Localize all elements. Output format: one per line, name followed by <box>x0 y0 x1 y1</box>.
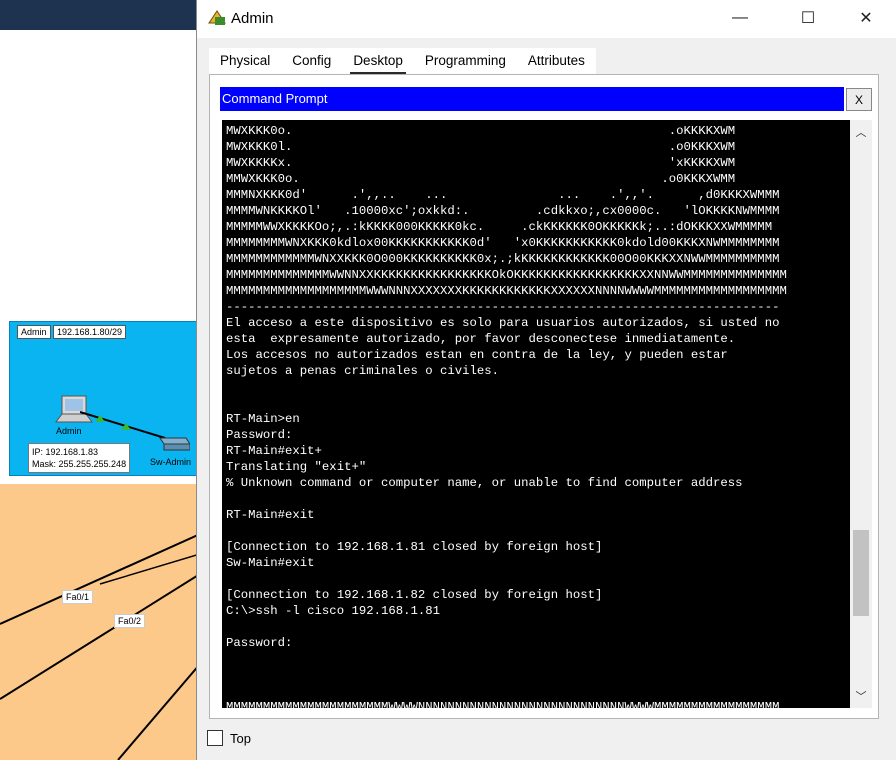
pc-name-label: Admin <box>56 426 82 436</box>
terminal-line: RT-Main#exit <box>226 508 315 522</box>
switch-icon[interactable] <box>156 432 190 452</box>
scroll-down-icon[interactable]: ﹀ <box>850 688 872 704</box>
close-button[interactable]: ✕ <box>843 0 889 36</box>
workspace-canvas[interactable] <box>0 30 200 320</box>
tab-desktop[interactable]: Desktop <box>342 48 414 74</box>
terminal-line: ----------------------------------------… <box>226 300 780 314</box>
admin-cluster[interactable]: Admin 192.168.1.80/29 Admin Sw-Admin IP:… <box>9 321 199 476</box>
app-icon <box>208 10 226 25</box>
maximize-button[interactable]: ☐ <box>785 0 831 36</box>
tab-physical[interactable]: Physical <box>209 48 282 74</box>
terminal-line: [Connection to 192.168.1.81 closed by fo… <box>226 540 603 554</box>
pc-info-box: IP: 192.168.1.83 Mask: 255.255.255.248 <box>28 443 131 473</box>
pc-ip-text: IP: 192.168.1.83 <box>32 447 99 457</box>
minimize-button[interactable]: — <box>717 0 763 36</box>
terminal-scrollbar[interactable]: ︿ ﹀ <box>850 120 872 708</box>
tab-bar: Physical Config Desktop Programming Attr… <box>209 48 596 74</box>
top-checkbox-label: Top <box>230 730 251 746</box>
workspace-divider <box>0 476 200 484</box>
cluster-name-label: Admin <box>17 325 51 339</box>
port-label: Fa0/2 <box>114 614 146 628</box>
terminal-line: MWXKKKKx. 'xKKKKXWM <box>226 156 736 170</box>
terminal-line: RT-Main#exit+ <box>226 444 322 458</box>
terminal-text: MWXKKK0o. .oKKKKXWM MWXKKK0l. .o0KKKXWM MW… <box>226 123 836 708</box>
command-prompt-header: Command Prompt <box>220 87 844 111</box>
terminal-line: MMMMWNKKKKOl' .10000xc';oxkkd:. .cdkkxo;… <box>226 204 780 218</box>
cable-lines <box>0 533 200 760</box>
terminal-line: Sw-Main#exit <box>226 556 315 570</box>
terminal-line: MMMMMMMMMMMMMMMMMMMWWWNNNXXXXXXXKKKKKKKK… <box>226 284 787 298</box>
switch-name-label: Sw-Admin <box>150 457 192 467</box>
pc-mask-text: Mask: 255.255.255.248 <box>32 459 127 469</box>
terminal-line: MMMNXKKK0d' .',,.. ... ... .',,'. ,d0KKK… <box>226 188 780 202</box>
tab-programming[interactable]: Programming <box>413 48 517 74</box>
terminal-line: El acceso a este dispositivo es solo par… <box>226 316 780 330</box>
tab-desktop-label: Desktop <box>353 53 403 68</box>
command-prompt-title: Command Prompt <box>222 91 328 106</box>
terminal-line: [Connection to 192.168.1.82 closed by fo… <box>226 588 603 602</box>
terminal-line: MMMMMMMMWNXKKK0kdlox00KKKKKKKKKKK0d' 'x0… <box>226 236 780 250</box>
scroll-up-icon[interactable]: ︿ <box>850 124 872 140</box>
desktop-panel: Command Prompt X MWXKKK0o. .oKKKKXWM MWXK… <box>209 74 879 719</box>
terminal-line: Los accesos no autorizados estan en cont… <box>226 348 728 362</box>
terminal-line: MMMMMWWXKKKKOo;,.:kKKKK000KKKKK0kc. .ckK… <box>226 220 773 234</box>
workspace-toolbar <box>0 0 200 30</box>
terminal-line: sujetos a penas criminales o civiles. <box>226 364 500 378</box>
terminal-line: MMMMMMMMMMMMWNXXKKK0O000KKKKKKKKKK0x;.;k… <box>226 252 780 266</box>
port-label: Fa0/1 <box>62 590 94 604</box>
terminal-line: MMWXKKK0o. .o0KKKXWMM <box>226 172 736 186</box>
window-title: Admin <box>231 10 274 27</box>
terminal-line: MMMMMMMMMMMMMMWWNNXXKKKKKKKKKKKKKKKKOkOK… <box>226 268 787 282</box>
tab-config[interactable]: Config <box>281 48 343 74</box>
top-checkbox[interactable] <box>207 730 223 746</box>
main-area[interactable]: Fa0/1 Fa0/2 <box>0 484 200 760</box>
terminal-line: % Unknown command or computer name, or u… <box>226 476 743 490</box>
terminal-line: MWXKKK0o. .oKKKKXWM <box>226 124 736 138</box>
cluster-network-label: 192.168.1.80/29 <box>53 325 127 339</box>
top-option: Top <box>207 728 251 748</box>
device-window[interactable]: Admin — ☐ ✕ Physical Config Desktop Prog… <box>196 0 896 760</box>
terminal-line: esta expresamente autorizado, por favor … <box>226 332 736 346</box>
terminal-line: MMMMMMMMMMMMMMMMMMMMMMWWWWNNNNNNNNNNNNNN… <box>226 700 780 708</box>
command-prompt-close-button[interactable]: X <box>846 88 872 111</box>
tab-attributes[interactable]: Attributes <box>516 48 596 74</box>
scrollbar-thumb[interactable] <box>853 530 869 616</box>
terminal-line: Translating "exit+" <box>226 460 367 474</box>
terminal-line: Password: <box>226 636 293 650</box>
terminal-line: MWXKKK0l. .o0KKKXWM <box>226 140 736 154</box>
terminal-line: Password: <box>226 428 293 442</box>
terminal-line: RT-Main>en <box>226 412 300 426</box>
terminal-output[interactable]: MWXKKK0o. .oKKKKXWM MWXKKK0l. .o0KKKXWM MW… <box>222 120 854 708</box>
terminal-line: C:\>ssh -l cisco 192.168.1.81 <box>226 604 441 618</box>
window-titlebar[interactable]: Admin — ☐ ✕ <box>197 0 896 38</box>
